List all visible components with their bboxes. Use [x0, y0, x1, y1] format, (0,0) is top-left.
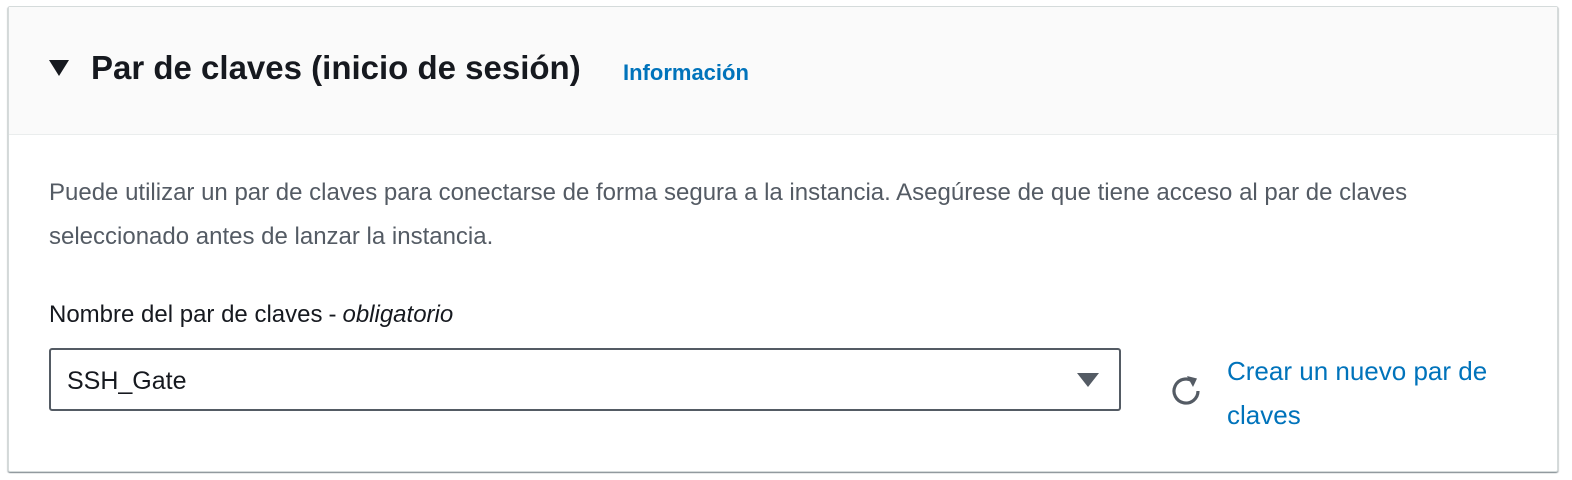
- section-description: Puede utilizar un par de claves para con…: [49, 179, 1408, 250]
- refresh-icon[interactable]: [1167, 371, 1207, 411]
- key-pair-name-label: Nombre del par de claves - obligatorio: [49, 301, 453, 329]
- field-label-text: Nombre del par de claves: [49, 301, 323, 328]
- key-pair-panel: Par de claves (inicio de sesión) Informa…: [8, 6, 1558, 472]
- select-value: SSH_Gate: [67, 367, 187, 395]
- caret-down-icon[interactable]: [49, 60, 69, 76]
- section-title[interactable]: Par de claves (inicio de sesión): [91, 49, 581, 87]
- panel-header: Par de claves (inicio de sesión) Informa…: [9, 7, 1557, 135]
- field-label-separator: -: [328, 301, 337, 328]
- dropdown-arrow-icon: [1077, 373, 1099, 387]
- key-pair-select[interactable]: SSH_Gate: [49, 348, 1121, 411]
- create-key-pair-link[interactable]: Crear un nuevo par de claves: [1227, 349, 1527, 437]
- required-indicator: obligatorio: [342, 301, 454, 328]
- info-link[interactable]: Información: [623, 60, 749, 86]
